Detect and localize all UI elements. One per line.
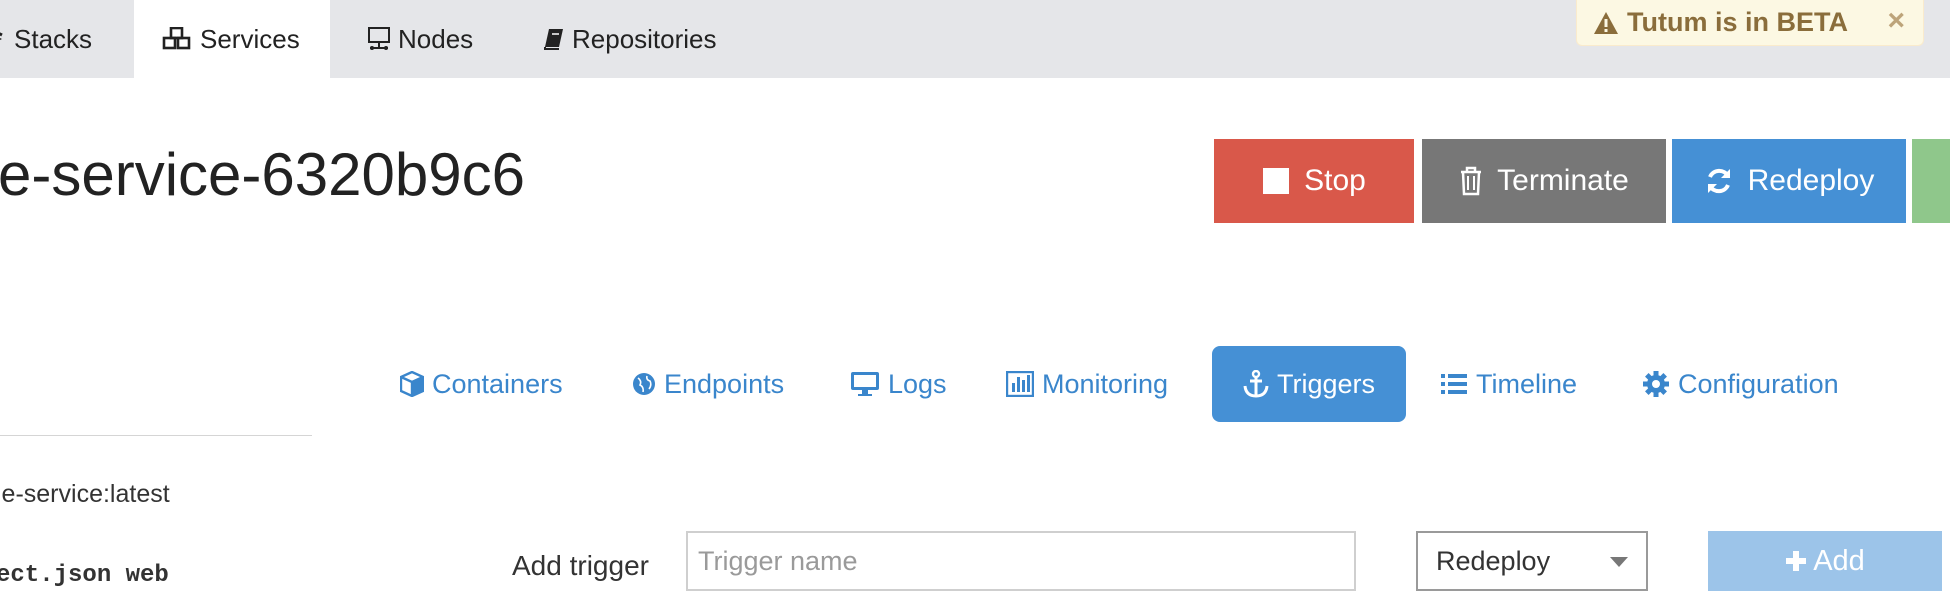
tab-logs[interactable]: Logs [850, 346, 947, 422]
book-icon [544, 28, 564, 50]
nav-tab-label: Nodes [398, 23, 474, 54]
add-trigger-button[interactable]: Add [1708, 531, 1942, 591]
tab-monitoring[interactable]: Monitoring [1006, 346, 1168, 422]
tab-label: Timeline [1476, 368, 1578, 399]
tab-label: Triggers [1276, 368, 1376, 399]
nav-tab-label: Services [200, 23, 300, 54]
refresh-icon [1704, 166, 1734, 196]
beta-text: Tutum is in BETA [1627, 7, 1848, 37]
services-cubes-icon [162, 27, 192, 51]
cube-icon [400, 371, 424, 397]
terminate-button[interactable]: Terminate [1422, 139, 1666, 223]
anchor-icon [1243, 370, 1269, 398]
plus-icon [1785, 550, 1807, 572]
stop-square-icon [1262, 167, 1290, 195]
gear-icon [1642, 370, 1670, 398]
warning-icon [1593, 11, 1619, 35]
nav-tab-services[interactable]: Services [134, 0, 330, 78]
tab-triggers[interactable]: Triggers [1212, 346, 1406, 422]
stop-button[interactable]: Stop [1214, 139, 1414, 223]
trigger-name-input[interactable] [686, 531, 1356, 591]
image-tag-text: le-service:latest [0, 480, 170, 508]
page-title: e-service-6320b9c6 [0, 141, 525, 208]
tab-label: Endpoints [664, 368, 785, 399]
stacks-icon [0, 29, 6, 49]
chevron-down-icon [1610, 557, 1628, 567]
tab-configuration[interactable]: Configuration [1642, 346, 1839, 422]
stop-label: Stop [1304, 164, 1366, 197]
start-button[interactable] [1912, 139, 1950, 223]
redeploy-button[interactable]: Redeploy [1672, 139, 1906, 223]
tab-endpoints[interactable]: Endpoints [632, 346, 784, 422]
globe-icon [632, 372, 656, 396]
tab-containers[interactable]: Containers [400, 346, 563, 422]
trigger-type-select[interactable]: Redeploy [1416, 531, 1648, 591]
run-command-text: ect.json web [0, 562, 169, 589]
add-trigger-label: Add trigger [512, 550, 649, 581]
close-icon[interactable]: × [1887, 4, 1905, 38]
list-icon [1440, 372, 1468, 396]
terminate-label: Terminate [1497, 164, 1629, 197]
monitor-icon [850, 371, 880, 397]
add-label: Add [1813, 544, 1865, 577]
nav-tab-label: Stacks [14, 23, 93, 54]
trigger-type-value: Redeploy [1436, 545, 1551, 576]
beta-alert: Tutum is in BETA × [1576, 0, 1924, 46]
nav-tab-nodes[interactable]: Nodes [368, 0, 473, 78]
tab-label: Logs [888, 368, 947, 399]
tab-label: Containers [432, 368, 563, 399]
redeploy-label: Redeploy [1747, 164, 1875, 197]
nodes-server-icon [368, 27, 390, 51]
nav-tab-repositories[interactable]: Repositories [544, 0, 717, 78]
nav-tab-label: Repositories [572, 23, 717, 54]
tab-label: Configuration [1678, 368, 1839, 399]
sidebar-divider [0, 435, 312, 436]
tab-timeline[interactable]: Timeline [1440, 346, 1577, 422]
tab-label: Monitoring [1042, 368, 1169, 399]
trash-icon [1459, 166, 1483, 196]
nav-tab-stacks[interactable]: Stacks [0, 0, 92, 78]
bar-chart-icon [1006, 371, 1034, 397]
